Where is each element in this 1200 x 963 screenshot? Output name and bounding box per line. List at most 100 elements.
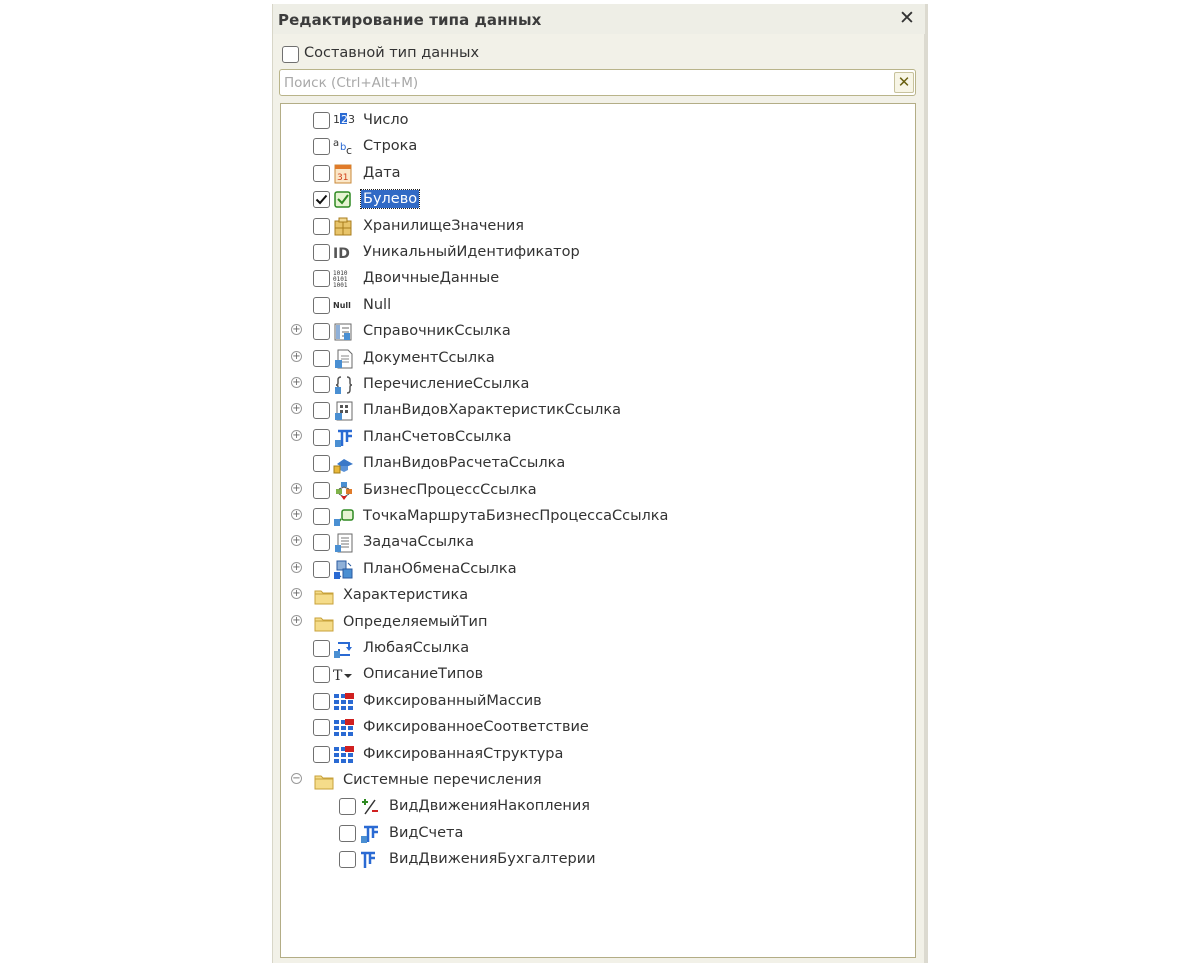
tree-item[interactable]: 1 2 3 Число (281, 108, 913, 132)
type-checkbox[interactable] (313, 138, 330, 156)
tree-item[interactable]: + ПланСчетовСсылка (281, 425, 913, 449)
type-checkbox[interactable] (313, 376, 330, 393)
expand-icon[interactable]: + (291, 482, 302, 494)
accounting-movement-icon (359, 850, 381, 870)
fixed-collection-icon (333, 745, 355, 765)
composite-type-checkbox[interactable] (282, 46, 299, 63)
tree-item[interactable]: T ОписаниеТипов (281, 662, 913, 686)
tree-item-label: ВидДвиженияБухгалтерии (389, 851, 596, 868)
tree-item-label: ПланВидовХарактеристикСсылка (363, 402, 622, 419)
tree-item-label: ФиксированноеСоответствие (363, 719, 589, 736)
tree-item-label: ПланОбменаСсылка (363, 560, 517, 577)
tree-item[interactable]: ФиксированнаяСтруктура (281, 742, 913, 766)
expand-icon[interactable]: + (291, 561, 302, 573)
tree-item-label: ОпределяемыйТип (343, 613, 488, 630)
tree-item[interactable]: ФиксированныйМассив (281, 689, 913, 713)
tree-item[interactable]: ВидДвиженияБухгалтерии (281, 847, 913, 871)
type-checkbox[interactable] (339, 798, 356, 816)
tree-item[interactable]: ЛюбаяСсылка (281, 636, 913, 660)
type-checkbox[interactable] (339, 824, 356, 842)
enum-ref-icon (333, 375, 355, 395)
svg-text:2: 2 (341, 113, 348, 126)
tree-item[interactable]: − Системные перечисления (281, 768, 913, 792)
expand-icon[interactable]: + (291, 403, 302, 415)
tree-item[interactable]: + ТочкаМаршрутаБизнесПроцессаСсылка (281, 504, 913, 528)
data-type-editor-dialog: Редактирование типа данных ✕ Составной т… (272, 4, 928, 963)
title-bar: Редактирование типа данных ✕ (273, 4, 925, 34)
chart-of-characteristic-types-icon (333, 401, 355, 421)
tree-item[interactable]: ID УникальныйИдентификатор (281, 240, 913, 264)
type-checkbox[interactable] (313, 455, 330, 473)
type-checkbox[interactable] (313, 402, 330, 420)
type-checkbox[interactable] (313, 217, 330, 235)
tree-item-label: ОписаниеТипов (363, 666, 484, 683)
type-checkbox[interactable] (339, 851, 356, 869)
clear-search-icon[interactable]: ✕ (894, 72, 914, 93)
type-checkbox[interactable] (313, 692, 330, 710)
expand-icon[interactable]: + (291, 429, 302, 441)
type-checkbox[interactable] (313, 296, 330, 314)
tree-item[interactable]: Null Null (281, 293, 913, 317)
type-checkbox[interactable] (313, 191, 330, 209)
tree-item[interactable]: + ОпределяемыйТип (281, 610, 913, 634)
tree-item[interactable]: + СправочникСсылка (281, 319, 913, 343)
tree-item-label: УникальныйИдентификатор (363, 244, 580, 260)
type-tree[interactable]: 1 2 3 Число a b c Строка 31 Дата Булево ХранилищеЗн… (280, 103, 916, 958)
tree-item[interactable]: + Характеристика (281, 583, 913, 607)
type-checkbox[interactable] (313, 481, 330, 499)
tree-item[interactable]: 1010 0101 1001 ДвоичныеДанные (281, 266, 913, 290)
catalog-ref-icon (333, 322, 355, 342)
search-input[interactable] (284, 73, 884, 92)
folder-icon (313, 613, 335, 633)
tree-item[interactable]: 31 Дата (281, 161, 913, 185)
null-icon: Null (333, 296, 355, 316)
calendar-icon: 31 (333, 164, 355, 184)
tree-item[interactable]: + ПланВидовХарактеристикСсылка (281, 398, 913, 422)
expand-icon[interactable]: + (291, 350, 302, 362)
type-description-icon: T (333, 665, 355, 685)
tree-item[interactable]: ПланВидовРасчетаСсылка (281, 451, 913, 475)
expand-icon[interactable]: + (291, 588, 302, 600)
type-checkbox[interactable] (313, 323, 330, 341)
expand-icon[interactable]: + (291, 377, 302, 388)
tree-item[interactable]: ХранилищеЗначения (281, 214, 913, 238)
type-checkbox[interactable] (313, 349, 330, 367)
tree-item[interactable]: + БизнесПроцессСсылка (281, 478, 913, 502)
tree-item[interactable]: + ПланОбменаСсылка (281, 557, 913, 581)
expand-icon[interactable]: + (291, 535, 302, 547)
type-checkbox[interactable] (313, 112, 330, 129)
expand-icon[interactable]: + (291, 324, 302, 336)
collapse-icon[interactable]: − (291, 773, 302, 784)
tree-item-label: БизнесПроцессСсылка (363, 481, 537, 498)
account-type-icon (359, 824, 381, 844)
expand-icon[interactable]: + (291, 509, 302, 520)
tree-item[interactable]: ВидСчета (281, 821, 913, 845)
tree-item[interactable]: a b c Строка (281, 134, 913, 158)
expand-icon[interactable]: + (291, 614, 302, 626)
type-checkbox[interactable] (313, 666, 330, 684)
type-checkbox[interactable] (313, 244, 330, 261)
tree-item[interactable]: ФиксированноеСоответствие (281, 715, 913, 739)
tree-item[interactable]: + ДокументСсылка (281, 346, 913, 370)
tree-item-label: ПеречислениеСсылка (363, 376, 530, 392)
type-checkbox[interactable] (313, 560, 330, 578)
type-checkbox[interactable] (313, 534, 330, 552)
string-icon: abc (333, 137, 355, 157)
tree-item-label: ВидДвиженияНакопления (389, 798, 591, 815)
chart-of-calculation-types-icon (333, 454, 355, 474)
type-checkbox[interactable] (313, 508, 330, 525)
close-icon[interactable]: ✕ (897, 8, 917, 28)
type-checkbox[interactable] (313, 270, 330, 288)
type-checkbox[interactable] (313, 640, 330, 657)
tree-item[interactable]: + ЗадачаСсылка (281, 530, 913, 554)
type-checkbox[interactable] (313, 164, 330, 182)
type-checkbox[interactable] (313, 745, 330, 763)
tree-item-label: Дата (363, 164, 401, 181)
search-field: ✕ (279, 69, 916, 96)
tree-item[interactable]: ВидДвиженияНакопления (281, 794, 913, 818)
type-checkbox[interactable] (313, 428, 330, 446)
route-point-icon (333, 507, 355, 527)
tree-item[interactable]: Булево (281, 187, 913, 211)
tree-item[interactable]: + ПеречислениеСсылка (281, 372, 913, 396)
type-checkbox[interactable] (313, 719, 330, 737)
